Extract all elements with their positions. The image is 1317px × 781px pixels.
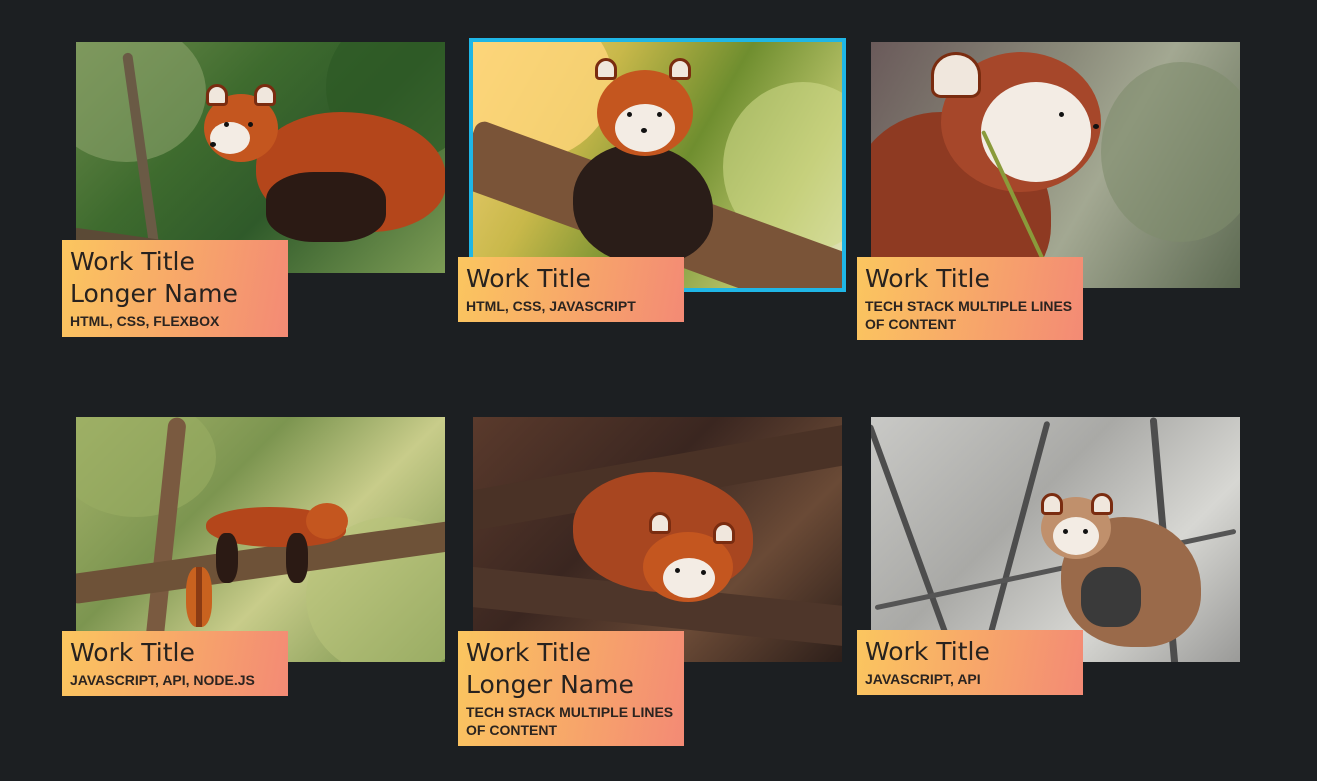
work-thumbnail[interactable]: [469, 38, 846, 292]
tech-stack: HTML, CSS, FLEXBOX: [70, 313, 220, 329]
work-title: Work Title: [466, 638, 591, 667]
work-title: Work Title: [865, 264, 990, 293]
work-card-1[interactable]: Work Title Longer Name HTML, CSS, FLEXBO…: [62, 42, 445, 337]
tech-stack: JAVASCRIPT, API, NODE.JS: [70, 672, 255, 688]
work-title-line-2: Longer Name: [70, 279, 238, 308]
work-thumbnail[interactable]: [871, 42, 1240, 288]
work-label[interactable]: Work Title TECH STACK MULTIPLE LINES OF …: [857, 257, 1083, 340]
tech-stack: JAVASCRIPT, API: [865, 671, 981, 687]
work-title: Work Title: [70, 247, 195, 276]
work-card-5[interactable]: Work Title Longer Name TECH STACK MULTIP…: [458, 417, 842, 746]
tech-stack-line-2: OF CONTENT: [865, 316, 956, 332]
work-label[interactable]: Work Title Longer Name TECH STACK MULTIP…: [458, 631, 684, 746]
work-card-6[interactable]: Work Title JAVASCRIPT, API: [857, 417, 1240, 695]
work-title: Work Title: [865, 637, 990, 666]
work-label[interactable]: Work Title JAVASCRIPT, API, NODE.JS: [62, 631, 288, 696]
work-card-4[interactable]: Work Title JAVASCRIPT, API, NODE.JS: [62, 417, 445, 696]
tech-stack: TECH STACK MULTIPLE LINES: [865, 298, 1073, 314]
work-title: Work Title: [466, 264, 591, 293]
portfolio-grid: Work Title Longer Name HTML, CSS, FLEXBO…: [0, 0, 1317, 781]
work-thumbnail[interactable]: [871, 417, 1240, 662]
work-label[interactable]: Work Title HTML, CSS, JAVASCRIPT: [458, 257, 684, 322]
work-card-2[interactable]: Work Title HTML, CSS, JAVASCRIPT: [458, 38, 846, 322]
tech-stack-line-2: OF CONTENT: [466, 722, 557, 738]
work-card-3[interactable]: Work Title TECH STACK MULTIPLE LINES OF …: [857, 42, 1240, 340]
work-title: Work Title: [70, 638, 195, 667]
work-label[interactable]: Work Title Longer Name HTML, CSS, FLEXBO…: [62, 240, 288, 337]
work-thumbnail[interactable]: [76, 417, 445, 662]
tech-stack: HTML, CSS, JAVASCRIPT: [466, 298, 636, 314]
work-thumbnail[interactable]: [473, 417, 842, 662]
tech-stack: TECH STACK MULTIPLE LINES: [466, 704, 674, 720]
work-title-line-2: Longer Name: [466, 670, 634, 699]
work-thumbnail[interactable]: [76, 42, 445, 273]
work-label[interactable]: Work Title JAVASCRIPT, API: [857, 630, 1083, 695]
